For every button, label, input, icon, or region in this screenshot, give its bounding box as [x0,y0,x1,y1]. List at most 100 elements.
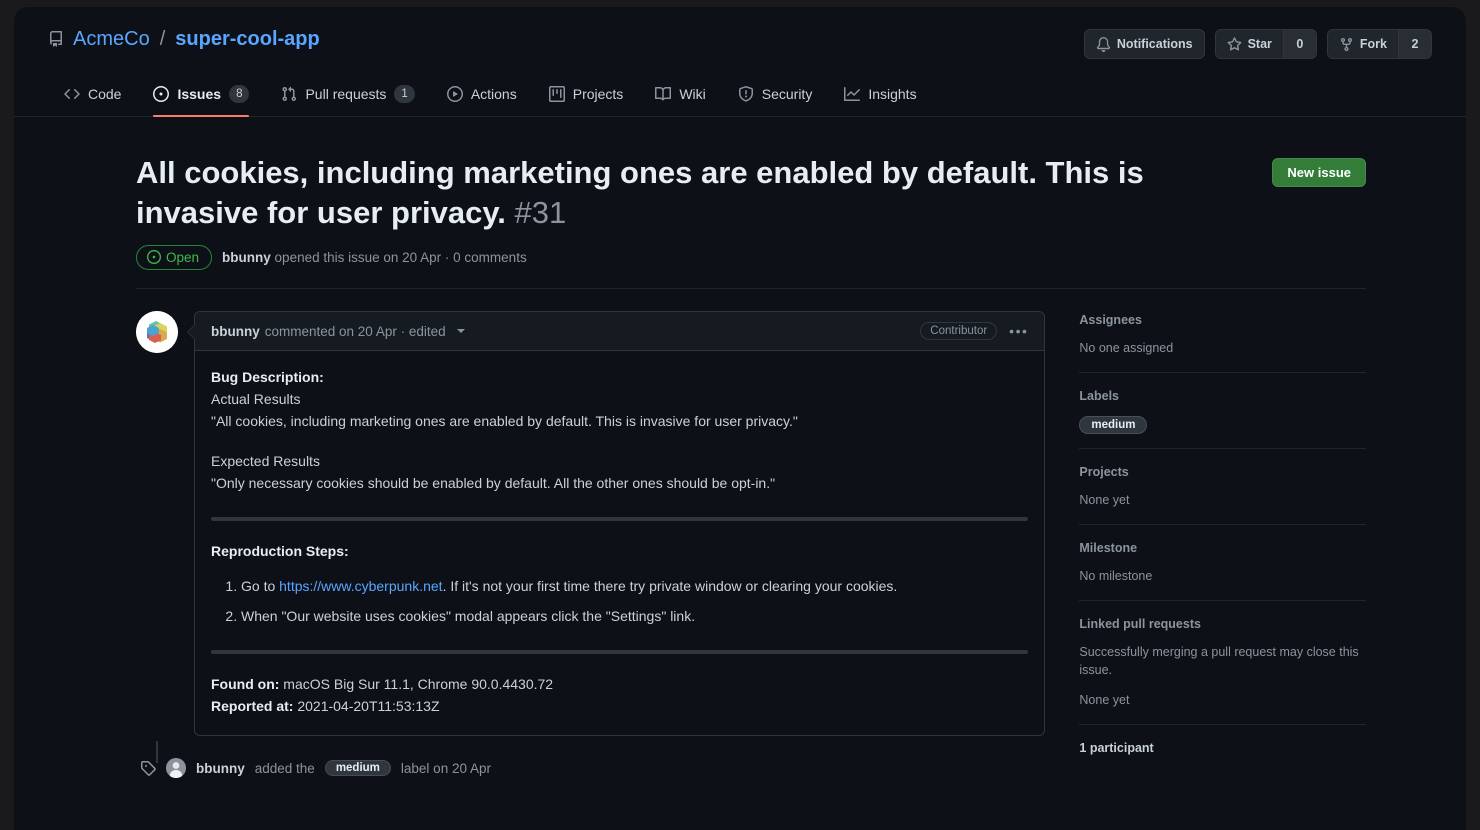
comment-row: bbunny commented on 20 Apr · edited Cont… [136,311,1046,737]
expected-results-text: "Only necessary cookies should be enable… [211,475,776,492]
comment-body: Bug Description: Actual Results "All coo… [195,351,1044,735]
timeline-connector [156,741,158,764]
main-column: bbunny commented on 20 Apr · edited Cont… [136,311,1046,779]
issue-number: #31 [514,194,567,230]
play-icon [446,86,463,102]
project-icon [548,86,565,102]
step-1-prefix: Go to [241,578,280,595]
timeline-event-label-added: bbunny added the medium label on 20 Apr [136,758,1045,779]
fork-label: Fork [1359,37,1387,51]
found-on-value: macOS Big Sur 11.1, Chrome 90.0.4430.72 [279,675,554,692]
fork-button[interactable]: Fork [1328,30,1398,58]
star-count[interactable]: 0 [1282,30,1316,58]
linked-prs-help: Successfully merging a pull request may … [1079,644,1359,678]
avatar[interactable] [136,311,178,354]
assignees-title[interactable]: Assignees [1079,313,1366,327]
cyberpunk-link[interactable]: https://www.cyberpunk.net [279,578,442,594]
milestone-title[interactable]: Milestone [1079,541,1366,555]
book-icon [655,86,672,102]
repo-header: AcmeCo / super-cool-app Notifications St… [14,7,1466,59]
github-issue-page: AcmeCo / super-cool-app Notifications St… [14,7,1466,830]
chevron-down-icon[interactable] [456,329,465,334]
list-item: Go to https://www.cyberpunk.net. If it's… [241,576,1028,598]
issue-title-text: All cookies, including marketing ones ar… [136,155,1144,230]
timeline-suffix-text: label on 20 Apr [400,760,491,776]
content-divider-1 [211,516,1029,521]
repo-owner-link[interactable]: AcmeCo [73,29,150,49]
tab-security-label: Security [761,86,813,102]
tab-actions-label: Actions [470,86,517,102]
comment-header-right: Contributor ••• [920,322,1028,341]
sidebar-section-milestone: Milestone No milestone [1079,523,1366,600]
star-icon [1227,36,1242,52]
notifications-button[interactable]: Notifications [1083,29,1205,59]
timeline-action-text: added the [254,760,315,776]
step-2-text: When "Our website uses cookies" modal ap… [241,608,696,625]
comment-header-left: bbunny commented on 20 Apr · edited [211,324,465,339]
assignees-value: No one assigned [1079,341,1174,356]
pr-icon [281,86,297,102]
tab-wiki[interactable]: Wiki [639,77,721,116]
graph-icon [844,86,861,102]
tab-insights[interactable]: Insights [828,77,932,116]
repo-name-link[interactable]: super-cool-app [175,29,319,49]
tab-actions[interactable]: Actions [431,77,533,116]
label-pill-medium[interactable]: medium [1079,416,1148,435]
linked-prs-value: None yet [1079,693,1130,708]
new-issue-button[interactable]: New issue [1272,158,1366,187]
participants-title: 1 participant [1079,740,1154,755]
timeline-label-pill[interactable]: medium [324,760,391,777]
reported-at-label: Reported at: [211,697,294,714]
tab-pull-requests-count: 1 [394,85,415,103]
fork-button-group[interactable]: Fork 2 [1326,29,1432,59]
kebab-horizontal-icon[interactable]: ••• [1009,324,1028,338]
issue-meta-line: bbunny opened this issue on 20 Apr · 0 c… [222,250,527,265]
timeline-user-link[interactable]: bbunny [196,761,245,776]
tab-projects[interactable]: Projects [533,77,640,116]
fork-icon [1339,37,1354,52]
repo-icon [48,31,64,47]
code-icon [64,86,80,102]
projects-title[interactable]: Projects [1079,465,1366,479]
bell-icon [1096,36,1111,52]
projects-value: None yet [1079,493,1130,508]
tab-code[interactable]: Code [48,77,137,116]
tab-issues[interactable]: Issues 8 [137,77,265,117]
breadcrumb: AcmeCo / super-cool-app [48,29,320,49]
sidebar-section-participants: 1 participant [1079,723,1366,779]
header-actions: Notifications Star 0 Fork 2 [1083,29,1432,59]
tab-pull-requests[interactable]: Pull requests 1 [265,77,430,116]
reproduction-steps-list: Go to https://www.cyberpunk.net. If it's… [211,576,1028,627]
repo-nav-tabs: Code Issues 8 Pull requests 1 Actions Pr… [14,77,1466,117]
status-badge-label: Open [166,250,200,266]
shield-icon [738,86,754,102]
labels-title[interactable]: Labels [1079,389,1366,403]
tab-insights-label: Insights [868,86,917,102]
tab-security[interactable]: Security [722,77,829,116]
comment-author-link[interactable]: bbunny [211,324,260,339]
reproduction-steps-heading: Reproduction Steps: [211,542,349,559]
comment-box: bbunny commented on 20 Apr · edited Cont… [186,311,1046,737]
timeline-avatar[interactable] [166,758,186,779]
role-badge: Contributor [920,322,998,341]
star-label: Star [1247,37,1272,51]
issue-meta: Open bbunny opened this issue on 20 Apr … [14,232,1466,271]
notifications-label: Notifications [1116,37,1193,51]
star-button-group[interactable]: Star 0 [1214,29,1317,59]
star-button[interactable]: Star [1216,30,1283,58]
tab-pull-requests-label: Pull requests [305,86,387,102]
tab-projects-label: Projects [572,86,624,102]
tab-code-label: Code [88,86,122,102]
expected-results-heading: Expected Results [211,453,320,470]
fork-count[interactable]: 2 [1398,30,1431,58]
found-on-label: Found on: [211,675,280,692]
issue-author-link[interactable]: bbunny [222,250,271,265]
linked-prs-title[interactable]: Linked pull requests [1079,617,1366,631]
issue-open-icon [147,250,161,265]
found-on-line: Found on: macOS Big Sur 11.1, Chrome 90.… [211,674,1028,696]
milestone-value: No milestone [1079,568,1153,583]
tag-icon [140,760,156,776]
page-title: All cookies, including marketing ones ar… [136,153,1246,232]
actual-results-text: "All cookies, including marketing ones a… [211,412,798,429]
